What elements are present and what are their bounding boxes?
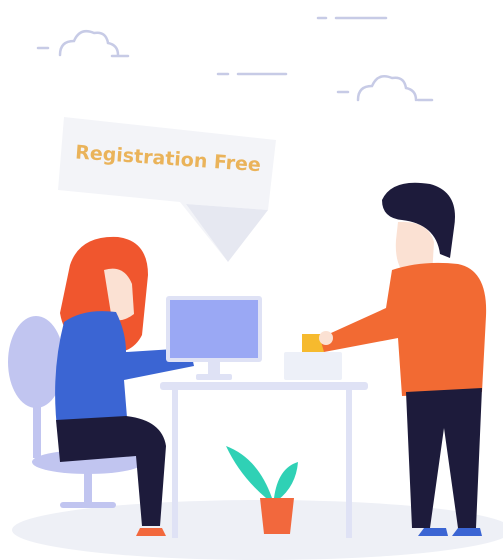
illustration-canvas: Registration Free xyxy=(8,16,503,560)
cloud-icon xyxy=(336,75,434,102)
speech-banner-icon: Registration Free xyxy=(58,117,276,262)
man-figure xyxy=(319,182,487,536)
decorative-lines xyxy=(216,16,388,76)
registration-illustration: Registration Free xyxy=(0,0,503,560)
cloud-icon xyxy=(36,30,130,58)
